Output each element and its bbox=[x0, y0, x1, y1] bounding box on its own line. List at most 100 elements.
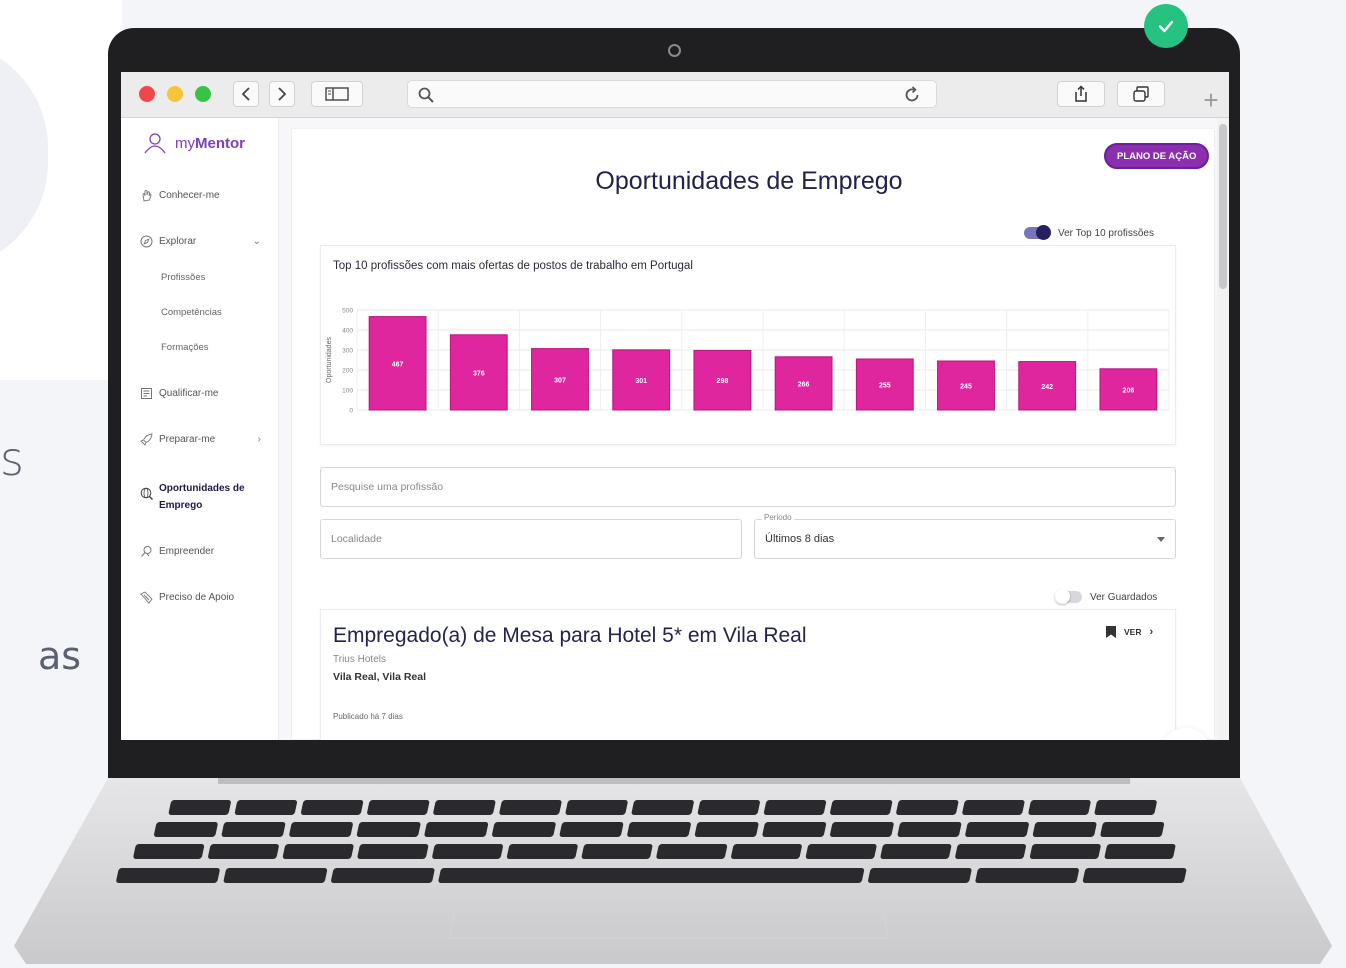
app: myMentor Conhecer-me Explorar ⌄ Profissõ… bbox=[121, 118, 1229, 740]
keyboard-key bbox=[631, 800, 694, 815]
sidebar-subitem-profissoes[interactable]: Profissões bbox=[161, 272, 205, 283]
y-tick-label: 200 bbox=[342, 368, 353, 375]
keyboard-key bbox=[1032, 822, 1097, 837]
keyboard-key bbox=[896, 800, 959, 815]
y-tick-label: 400 bbox=[342, 328, 353, 335]
minimize-window-button[interactable] bbox=[167, 86, 183, 102]
bar-value-label: 298 bbox=[717, 378, 729, 385]
sidebar-item-oportunidades-de-emprego[interactable]: Oportunidades de Emprego bbox=[139, 480, 261, 514]
support-icon bbox=[139, 590, 153, 604]
forward-button[interactable] bbox=[269, 81, 295, 107]
sidebar-subitem-formacoes[interactable]: Formações bbox=[161, 342, 209, 353]
bar-value-label: 376 bbox=[473, 370, 485, 377]
keyboard-key bbox=[356, 822, 421, 837]
share-icon bbox=[1075, 85, 1087, 102]
keyboard-key bbox=[760, 868, 865, 883]
keyboard-key bbox=[830, 822, 894, 837]
ver-button[interactable]: VER › bbox=[1106, 626, 1153, 638]
page-title: Oportunidades de Emprego bbox=[595, 167, 903, 195]
bar-value-label: 307 bbox=[554, 377, 566, 384]
toggle-switch-off[interactable] bbox=[1055, 589, 1082, 604]
keyboard-key bbox=[208, 844, 279, 859]
keyboard-key bbox=[116, 868, 220, 883]
keyboard-key bbox=[282, 844, 354, 859]
compass-icon bbox=[139, 234, 153, 248]
keyboard-key bbox=[357, 844, 429, 859]
sidebar-item-preciso-de-apoio[interactable]: Preciso de Apoio bbox=[139, 590, 261, 604]
job-title[interactable]: Empregado(a) de Mesa para Hotel 5* em Vi… bbox=[333, 624, 807, 648]
chevron-left-icon bbox=[241, 87, 250, 101]
sidebar-item-label: Preciso de Apoio bbox=[159, 591, 235, 603]
brand-logo[interactable]: myMentor bbox=[143, 132, 245, 154]
rocket-icon bbox=[139, 432, 153, 446]
saved-toggle[interactable]: Ver Guardados bbox=[1055, 589, 1158, 604]
search-profession-placeholder: Pesquise uma profissão bbox=[331, 481, 444, 493]
laptop-camera bbox=[668, 44, 681, 57]
job-card[interactable]: Empregado(a) de Mesa para Hotel 5* em Vi… bbox=[320, 609, 1176, 740]
new-tab-button[interactable]: + bbox=[1191, 82, 1229, 118]
y-tick-label: 500 bbox=[342, 308, 353, 315]
bar-value-label: 255 bbox=[879, 383, 891, 390]
keyboard-key bbox=[223, 868, 328, 883]
laptop-screen: + myMentor Conhecer-me Explorar ⌄ Profis… bbox=[121, 72, 1229, 740]
scrollbar[interactable] bbox=[1217, 118, 1229, 740]
keyboard-key bbox=[234, 800, 298, 815]
periodo-select[interactable]: Últimos 8 dias bbox=[754, 519, 1176, 559]
sidebar-item-label: Qualificar-me bbox=[159, 387, 219, 399]
keyboard-key bbox=[1028, 800, 1091, 815]
keyboard-key bbox=[1104, 844, 1176, 859]
keyboard-key bbox=[289, 822, 353, 837]
sidebar-item-conhecer-me[interactable]: Conhecer-me bbox=[139, 188, 261, 202]
saved-toggle-label: Ver Guardados bbox=[1090, 591, 1158, 603]
close-window-button[interactable] bbox=[139, 86, 155, 102]
bar-value-label: 245 bbox=[960, 384, 972, 391]
keyboard-key bbox=[965, 822, 1029, 837]
keyboard-key bbox=[367, 800, 430, 815]
sidebar-toggle-button[interactable] bbox=[311, 81, 363, 107]
y-tick-label: 300 bbox=[342, 348, 353, 355]
keyboard-key bbox=[897, 822, 962, 837]
keyboard-key bbox=[830, 800, 893, 815]
keyboard-key bbox=[805, 844, 877, 859]
reload-icon[interactable] bbox=[902, 85, 922, 105]
laptop-base bbox=[14, 778, 1332, 964]
keyboard-key bbox=[424, 822, 489, 837]
bar-value-label: 266 bbox=[798, 381, 810, 388]
sidebar-item-label: Empreender bbox=[159, 545, 215, 557]
keyboard-key bbox=[154, 822, 218, 837]
keyboard-key bbox=[694, 822, 759, 837]
keyboard-key bbox=[133, 844, 205, 859]
keyboard-key bbox=[975, 868, 1079, 883]
keyboard-key bbox=[763, 800, 827, 815]
search-profession-input[interactable]: Pesquise uma profissão bbox=[320, 467, 1176, 507]
keyboard-key bbox=[868, 868, 972, 883]
keyboard-key bbox=[221, 822, 286, 837]
keyboard-key bbox=[432, 844, 503, 859]
sidebar-item-preparar-me[interactable]: Preparar-me › bbox=[139, 432, 261, 446]
tabs-overview-button[interactable] bbox=[1117, 81, 1165, 107]
back-button[interactable] bbox=[233, 81, 259, 107]
sidebar-item-empreender[interactable]: Empreender bbox=[139, 544, 261, 558]
bookmark-icon[interactable] bbox=[1106, 626, 1116, 638]
keyboard-key bbox=[565, 800, 628, 815]
keyboard-key bbox=[962, 800, 1025, 815]
keyboard-key bbox=[506, 844, 578, 859]
keyboard-key bbox=[1094, 800, 1157, 815]
periodo-label: Periodo bbox=[762, 513, 794, 522]
sidebar-item-explorar[interactable]: Explorar ⌄ bbox=[139, 234, 261, 248]
check-icon bbox=[1144, 4, 1188, 48]
sidebar-item-qualificar-me[interactable]: Qualificar-me bbox=[139, 386, 261, 400]
sidebar-item-label: Preparar-me bbox=[159, 433, 216, 445]
scrollbar-thumb[interactable] bbox=[1219, 124, 1227, 289]
share-button[interactable] bbox=[1057, 81, 1105, 107]
toggle-switch-on[interactable] bbox=[1024, 225, 1051, 240]
top10-toggle-label: Ver Top 10 profissões bbox=[1058, 227, 1154, 239]
plano-de-acao-button[interactable]: PLANO DE AÇÃO bbox=[1104, 143, 1210, 169]
sidebar-subitem-competencias[interactable]: Competências bbox=[161, 307, 222, 318]
top10-toggle[interactable]: Ver Top 10 profissões bbox=[1024, 225, 1154, 240]
localidade-input[interactable]: Localidade bbox=[320, 519, 742, 559]
chart-card: Top 10 profissões com mais ofertas de po… bbox=[320, 245, 1176, 445]
maximize-window-button[interactable] bbox=[195, 86, 211, 102]
keyboard-key bbox=[1082, 868, 1187, 883]
address-bar[interactable] bbox=[407, 80, 937, 108]
